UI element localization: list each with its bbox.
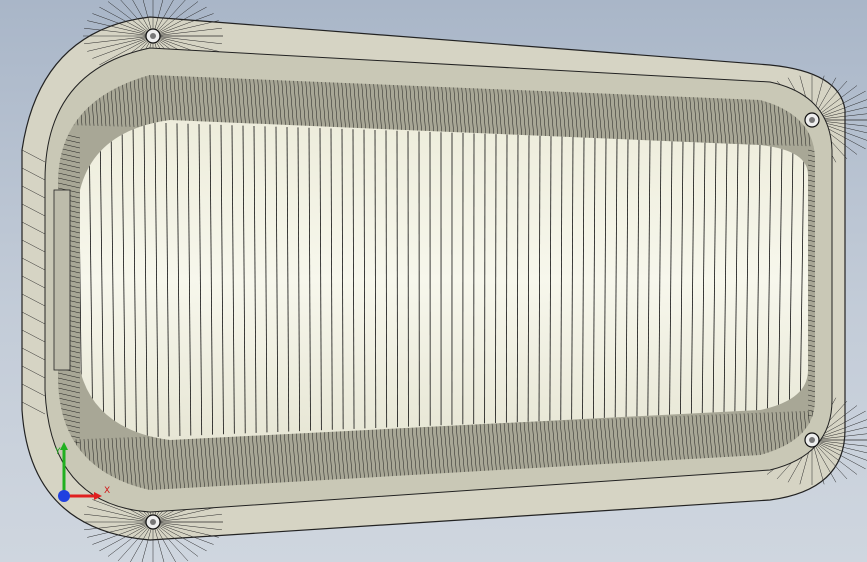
floor-mesh-line xyxy=(495,134,497,424)
mounting-hole xyxy=(804,112,820,128)
mounting-hole xyxy=(145,28,161,44)
mounting-hole xyxy=(145,514,161,530)
left-strip xyxy=(53,189,71,371)
coordinate-triad: X Y xyxy=(54,442,110,502)
graphics-viewport[interactable]: X Y xyxy=(0,0,867,562)
x-axis-label: X xyxy=(104,486,110,496)
floor-mesh-line xyxy=(396,130,398,428)
z-axis-icon xyxy=(58,490,70,502)
mesh-model[interactable] xyxy=(0,0,867,562)
mounting-hole xyxy=(804,432,820,448)
y-axis-label: Y xyxy=(54,447,61,457)
